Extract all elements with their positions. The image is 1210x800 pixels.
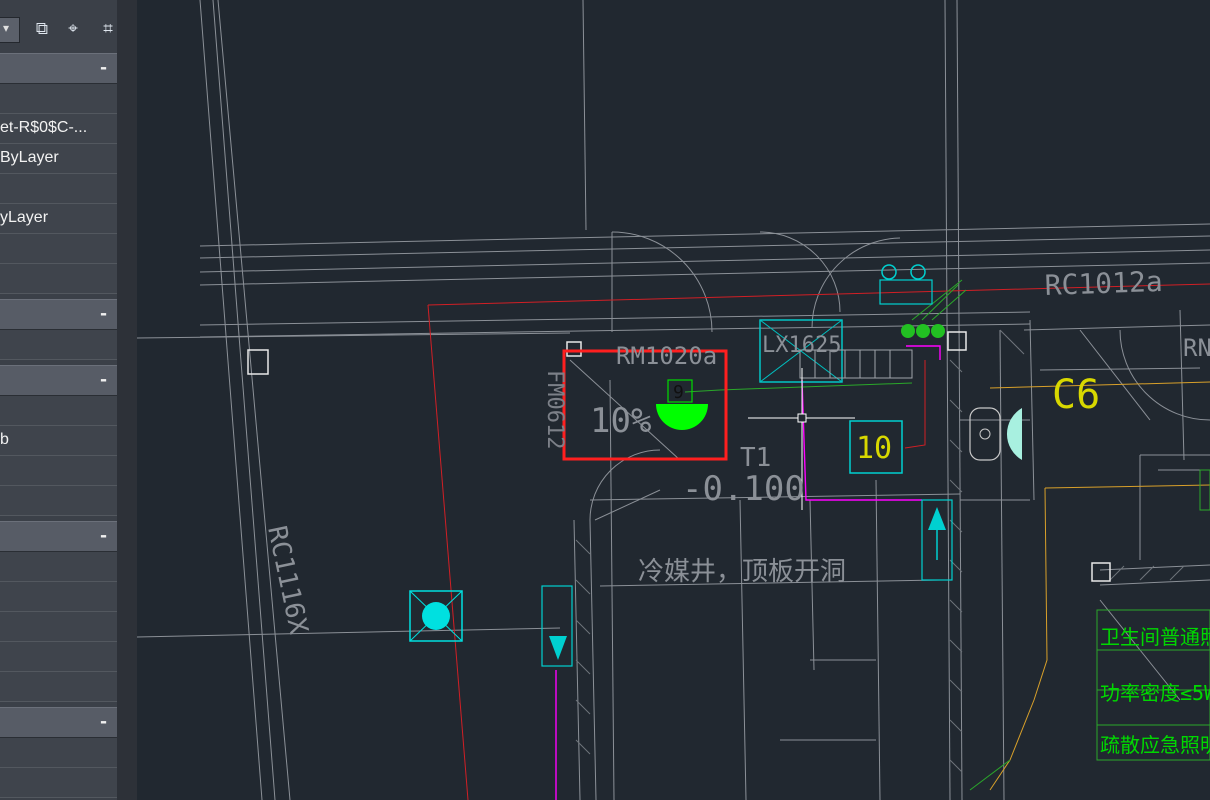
emergency-light-icon [656, 404, 708, 430]
property-row[interactable] [0, 738, 117, 768]
collapse-icon[interactable]: - [100, 58, 107, 78]
up-arrow-icon [928, 507, 946, 530]
collapse-icon[interactable]: - [100, 526, 107, 546]
label-edge: RN [1183, 334, 1210, 362]
label-rm1020a: RM1020a [616, 342, 717, 370]
section-header-general[interactable]: - [0, 53, 117, 84]
lighting-note-3: 疏散应急照明由 [1100, 733, 1210, 757]
label-fm0612: FM0612 [542, 370, 567, 449]
collapse-icon[interactable]: - [100, 304, 107, 324]
property-row[interactable] [0, 582, 117, 612]
properties-palette: ▾ ⧉ ⌖ ⌗ - et-R$0$C-... ByLayer yLayer - … [0, 0, 137, 800]
section-header-misc[interactable]: - [0, 707, 117, 738]
palette-scrollbar[interactable] [117, 0, 137, 800]
property-row[interactable] [0, 552, 117, 582]
object-type-dropdown[interactable]: ▾ [0, 17, 20, 43]
property-row-layer[interactable]: et-R$0$C-... [0, 114, 117, 144]
property-row[interactable] [0, 486, 117, 516]
fixture-dot [916, 324, 930, 338]
property-value: ByLayer [0, 149, 59, 166]
orange-lines [989, 381, 1210, 791]
property-row[interactable] [0, 84, 117, 114]
property-row-linetype[interactable]: ByLayer [0, 144, 117, 174]
collapse-icon[interactable]: - [100, 712, 107, 732]
label-rc1116x: RC1116X [261, 523, 313, 637]
property-value: yLayer [0, 209, 49, 226]
lighting-note-2: 功率密度≤5W/ [1100, 681, 1210, 705]
property-value: b [0, 431, 9, 448]
collapse-icon[interactable]: - [100, 370, 107, 390]
red-lines [427, 283, 1210, 800]
drawing-canvas[interactable]: RC1012a RM1020a LX1625 RN C6 FM0612 RC11… [137, 0, 1210, 800]
property-row[interactable] [0, 612, 117, 642]
property-row[interactable] [0, 456, 117, 486]
select-objects-icon[interactable]: ⌖ [60, 16, 86, 42]
property-row[interactable] [0, 264, 117, 294]
label-c6: C6 [1052, 372, 1100, 418]
property-row-style[interactable]: b [0, 426, 117, 456]
chevron-down-icon: ▾ [3, 21, 10, 35]
label-elevation: -0.100 [682, 469, 805, 509]
quick-select-icon[interactable]: ⧉ [29, 16, 55, 42]
fixture-tag-10: 10 [856, 431, 892, 466]
property-row-lineweight[interactable]: yLayer [0, 204, 117, 234]
fixture-tag-9: 9 [673, 382, 684, 403]
property-row[interactable] [0, 396, 117, 426]
fixture-dot [931, 324, 945, 338]
section-header-text[interactable]: - [0, 365, 117, 396]
fixture-dot [901, 324, 915, 338]
label-shaft: 冷媒井，顶板开洞 [638, 557, 846, 587]
label-rc1012a: RC1012a [1044, 265, 1163, 302]
label-lx1625: LX1625 [762, 333, 841, 358]
ceiling-light-icon [422, 602, 450, 630]
property-row[interactable] [0, 234, 117, 264]
property-row[interactable] [0, 330, 117, 360]
property-row[interactable] [0, 768, 117, 798]
label-slope: 10% [590, 401, 651, 441]
property-row[interactable] [0, 174, 117, 204]
property-row[interactable] [0, 672, 117, 702]
lighting-note-1: 卫生间普通照明出 [1100, 625, 1210, 649]
down-arrow-icon [549, 636, 567, 660]
section-header-3d[interactable]: - [0, 299, 117, 330]
property-row[interactable] [0, 642, 117, 672]
wash-basin-icon [1006, 408, 1022, 460]
section-header-geometry[interactable]: - [0, 521, 117, 552]
property-value: et-R$0$C-... [0, 119, 88, 136]
